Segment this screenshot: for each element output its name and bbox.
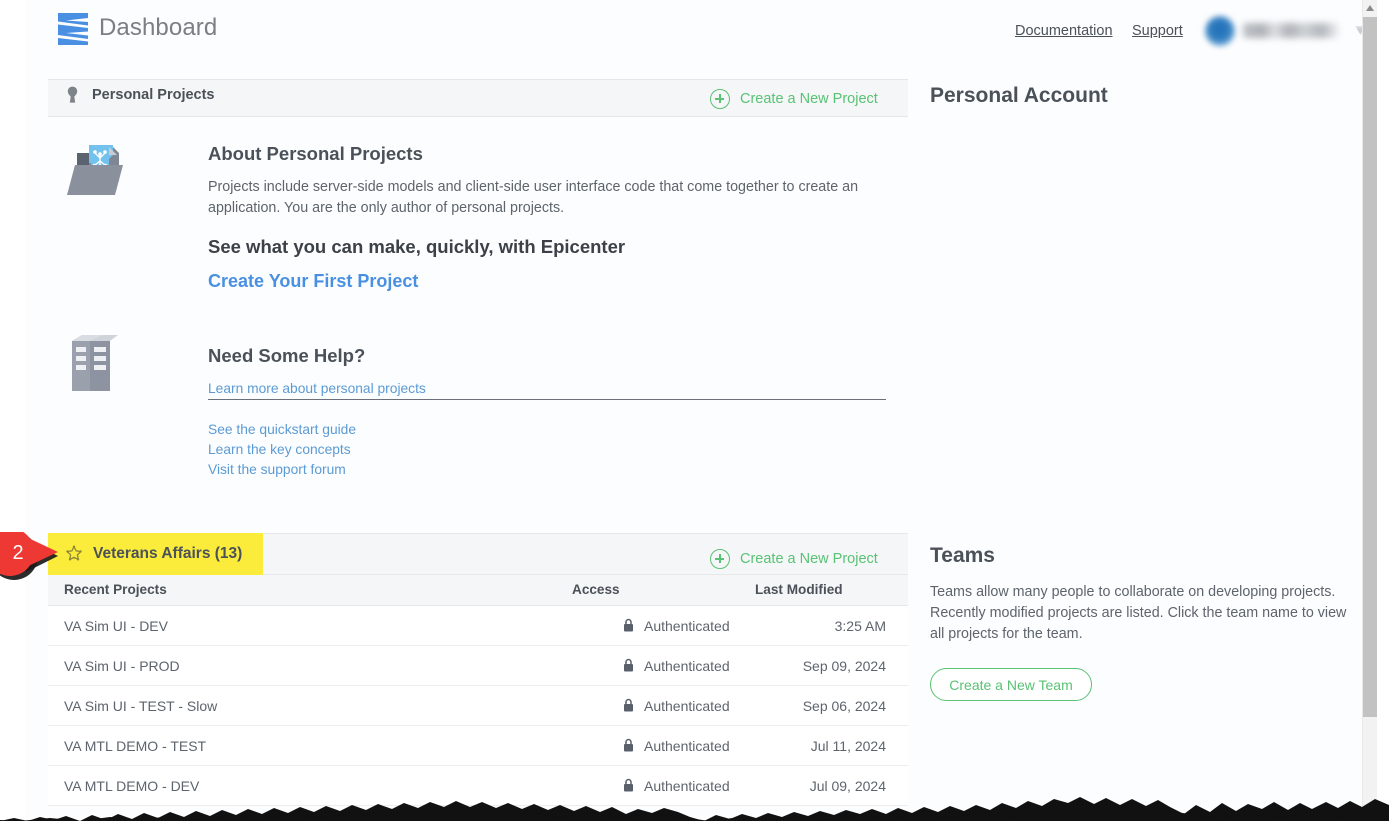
app-header: Dashboard Documentation Support	[27, 0, 1366, 62]
teams-heading: Teams	[930, 544, 995, 567]
create-first-project-link[interactable]: Create Your First Project	[208, 271, 418, 292]
scroll-up-arrow-icon[interactable]	[1366, 5, 1374, 11]
documentation-link[interactable]: Documentation	[1015, 23, 1113, 39]
create-new-personal-project-link[interactable]: Create a New Project	[740, 91, 878, 107]
create-new-team-button[interactable]: Create a New Team	[930, 668, 1092, 701]
scrollbar-thumb[interactable]	[1363, 17, 1378, 717]
dashboard-page: Dashboard Documentation Support Personal…	[0, 0, 1389, 821]
personal-account-heading: Personal Account	[930, 84, 1108, 107]
project-access: Authenticated	[644, 778, 730, 794]
avatar	[1205, 16, 1235, 46]
teams-description: Teams allow many people to collaborate o…	[930, 584, 1347, 642]
folder-document-icon	[67, 141, 131, 203]
column-header-recent-projects: Recent Projects	[64, 582, 167, 597]
project-modified: Sep 09, 2024	[802, 658, 886, 674]
need-help-heading: Need Some Help?	[208, 345, 366, 366]
project-modified: Jul 09, 2024	[809, 778, 886, 794]
page-title: Dashboard	[99, 14, 218, 41]
personal-projects-title: Personal Projects	[92, 87, 215, 103]
team-title[interactable]: Veterans Affairs (13)	[93, 545, 242, 563]
table-row[interactable]: VA Sim UI - DEV Authenticated 3:25 AM	[48, 606, 908, 646]
project-name: VA Sim UI - PROD	[64, 658, 180, 674]
plus-circle-icon-team[interactable]	[710, 549, 730, 569]
help-link-list: See the quickstart guide Learn the key c…	[208, 420, 356, 480]
project-access: Authenticated	[644, 618, 730, 634]
project-access: Authenticated	[644, 738, 730, 754]
project-name: VA MTL DEMO - DEV	[64, 778, 200, 794]
table-row[interactable]: VA MTL DEMO - DEV Authenticated Jul 09, …	[48, 766, 908, 806]
plus-circle-icon[interactable]	[710, 89, 730, 109]
project-access: Authenticated	[644, 658, 730, 674]
column-header-last-modified: Last Modified	[755, 582, 843, 597]
quickstart-guide-link[interactable]: See the quickstart guide	[208, 420, 356, 440]
key-concepts-link[interactable]: Learn the key concepts	[208, 440, 356, 460]
page-left-gutter	[0, 0, 27, 821]
project-access: Authenticated	[644, 698, 730, 714]
lock-icon	[623, 738, 634, 752]
lock-icon	[623, 778, 634, 792]
lock-icon	[623, 658, 634, 672]
support-link[interactable]: Support	[1132, 23, 1183, 39]
help-divider	[208, 399, 886, 400]
epicenter-logo-icon[interactable]	[52, 9, 94, 49]
table-row[interactable]: VA MTL DEMO - TEST Authenticated Jul 11,…	[48, 726, 908, 766]
about-body: Projects include server-side models and …	[208, 179, 859, 216]
table-row[interactable]: VA Sim UI - PROD Authenticated Sep 09, 2…	[48, 646, 908, 686]
project-modified: 3:25 AM	[834, 618, 886, 634]
see-what-heading: See what you can make, quickly, with Epi…	[208, 236, 626, 257]
annotation-marker-2: 2	[0, 528, 78, 580]
about-heading: About Personal Projects	[208, 143, 423, 164]
column-header-access: Access	[572, 582, 620, 597]
vertical-scrollbar[interactable]	[1362, 0, 1378, 821]
create-new-team-project-link[interactable]: Create a New Project	[740, 551, 878, 567]
lock-icon	[623, 698, 634, 712]
page-right-gutter	[1377, 0, 1389, 821]
projects-table-body: VA Sim UI - DEV Authenticated 3:25 AM VA…	[48, 606, 908, 806]
username-label	[1243, 23, 1339, 38]
project-name: VA Sim UI - DEV	[64, 618, 168, 634]
project-modified: Jul 11, 2024	[810, 738, 886, 754]
user-menu[interactable]	[1205, 14, 1380, 48]
table-row[interactable]: VA Sim UI - TEST - Slow Authenticated Se…	[48, 686, 908, 726]
project-name: VA MTL DEMO - TEST	[64, 738, 207, 754]
project-name: VA Sim UI - TEST - Slow	[64, 698, 218, 714]
marker-number: 2	[12, 542, 23, 564]
project-modified: Sep 06, 2024	[802, 698, 886, 714]
lock-icon	[623, 618, 634, 632]
learn-more-personal-projects-link[interactable]: Learn more about personal projects	[208, 381, 426, 396]
support-forum-link[interactable]: Visit the support forum	[208, 460, 356, 480]
books-icon	[70, 333, 120, 395]
user-head-icon	[66, 86, 79, 103]
